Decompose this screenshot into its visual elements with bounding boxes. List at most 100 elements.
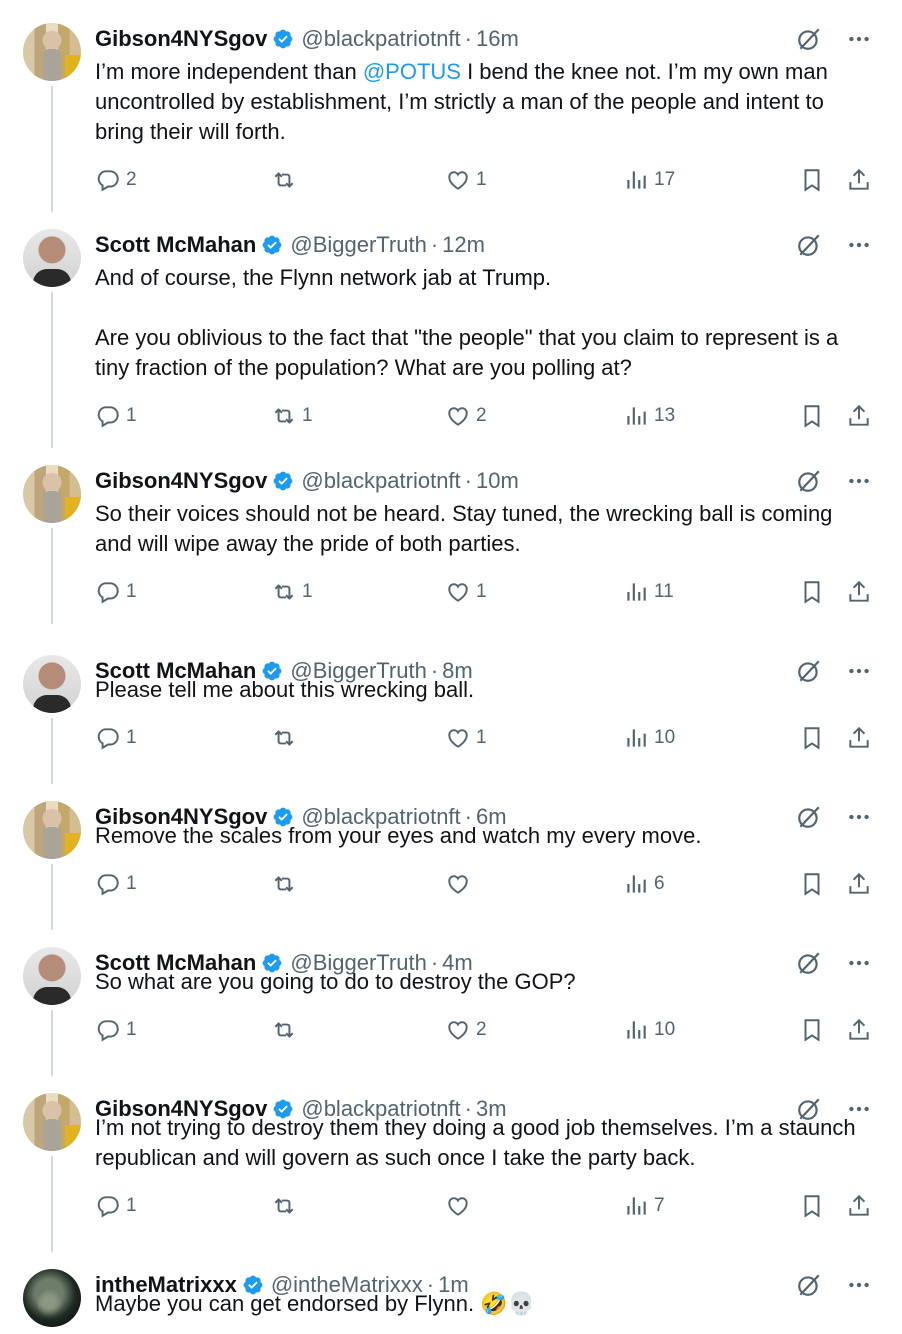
tweet[interactable]: Gibson4NYSgov @blackpatriotnft · 16m I’m… [0, 0, 902, 212]
avatar[interactable] [23, 655, 81, 713]
tweet-actions: 1 1 10 [95, 722, 875, 754]
like-button[interactable]: 1 [445, 164, 487, 196]
author-name[interactable]: Scott McMahan [95, 232, 256, 258]
share-button[interactable] [846, 576, 872, 608]
repost-button[interactable] [271, 1014, 302, 1046]
grok-icon[interactable] [796, 468, 822, 494]
more-options-icon[interactable] [846, 232, 872, 258]
like-button[interactable]: 2 [445, 400, 487, 432]
tweet[interactable]: Scott McMahan @BiggerTruth · 12m And of … [0, 206, 902, 448]
like-count: 1 [476, 727, 487, 748]
bookmark-button[interactable] [799, 400, 825, 432]
avatar[interactable] [23, 229, 81, 287]
bookmark-button[interactable] [799, 1190, 825, 1222]
mention-link[interactable]: @POTUS [363, 59, 461, 84]
bookmark-button[interactable] [799, 722, 825, 754]
reply-button[interactable]: 1 [95, 722, 137, 754]
views-icon [627, 729, 646, 747]
repost-button[interactable]: 1 [271, 576, 313, 608]
repost-count: 1 [302, 581, 313, 602]
author-handle[interactable]: @BiggerTruth [290, 232, 426, 258]
bookmark-button[interactable] [799, 164, 825, 196]
views-button[interactable]: 11 [623, 576, 674, 608]
tweet[interactable]: Gibson4NYSgov @blackpatriotnft · 10m So … [0, 442, 902, 624]
repost-count: 1 [302, 405, 313, 426]
share-button[interactable] [846, 1014, 872, 1046]
tweet-top-actions [796, 232, 872, 258]
tweet-text: Please tell me about this wrecking ball. [95, 677, 475, 702]
tweet[interactable]: Scott McMahan @BiggerTruth · 4m So what … [0, 924, 902, 1076]
views-button[interactable]: 13 [623, 400, 675, 432]
bookmark-button[interactable] [799, 868, 825, 900]
reply-button[interactable]: 1 [95, 400, 137, 432]
thread-line [51, 1156, 53, 1252]
reply-count: 1 [126, 581, 137, 602]
tweet-text: I’m not trying to destroy them they doin… [95, 1115, 856, 1170]
share-button[interactable] [846, 164, 872, 196]
reply-icon [97, 874, 119, 896]
bookmark-icon [804, 1019, 820, 1042]
like-button[interactable] [445, 868, 476, 900]
like-button[interactable]: 1 [445, 576, 487, 608]
views-button[interactable]: 7 [623, 1190, 665, 1222]
repost-button[interactable] [271, 868, 302, 900]
tweet-top-actions [796, 26, 872, 52]
tweet[interactable]: Gibson4NYSgov @blackpatriotnft · 6m Remo… [0, 778, 902, 930]
views-button[interactable]: 10 [623, 1014, 675, 1046]
author-handle[interactable]: @blackpatriotnft [301, 468, 460, 494]
like-button[interactable]: 1 [445, 722, 487, 754]
share-button[interactable] [846, 722, 872, 754]
repost-button[interactable] [271, 164, 302, 196]
tweet-text: So what are you going to do to destroy t… [95, 969, 576, 994]
repost-button[interactable] [271, 722, 302, 754]
repost-button[interactable] [271, 1190, 302, 1222]
avatar[interactable] [23, 23, 81, 81]
views-button[interactable]: 17 [623, 164, 675, 196]
reply-button[interactable]: 1 [95, 1014, 137, 1046]
reply-button[interactable]: 1 [95, 576, 137, 608]
author-name[interactable]: Gibson4NYSgov [95, 26, 267, 52]
reply-button[interactable]: 2 [95, 164, 137, 196]
avatar[interactable] [23, 947, 81, 1005]
tweet[interactable]: Scott McMahan @BiggerTruth · 8m Please t… [0, 632, 902, 784]
timestamp[interactable]: 10m [476, 468, 519, 494]
tweet-actions: 2 1 17 [95, 164, 875, 196]
like-icon [448, 729, 468, 748]
like-count: 2 [476, 405, 487, 426]
share-button[interactable] [846, 400, 872, 432]
avatar[interactable] [23, 465, 81, 523]
views-icon [627, 407, 646, 425]
views-icon [627, 875, 646, 893]
bookmark-button[interactable] [799, 1014, 825, 1046]
tweet[interactable]: intheMatrixxx @intheMatrixxx · 1m Maybe … [0, 1246, 902, 1334]
more-options-icon[interactable] [846, 468, 872, 494]
like-button[interactable] [445, 1190, 476, 1222]
tweet[interactable]: Gibson4NYSgov @blackpatriotnft · 3m I’m … [0, 1070, 902, 1252]
repost-icon [274, 172, 294, 188]
timestamp[interactable]: 12m [442, 232, 485, 258]
views-count: 17 [654, 169, 676, 190]
bookmark-button[interactable] [799, 576, 825, 608]
avatar[interactable] [23, 1093, 81, 1151]
share-button[interactable] [846, 868, 872, 900]
grok-icon[interactable] [796, 26, 822, 52]
author-handle[interactable]: @blackpatriotnft [301, 26, 460, 52]
repost-button[interactable]: 1 [271, 400, 313, 432]
grok-icon[interactable] [796, 232, 822, 258]
avatar[interactable] [23, 1269, 81, 1327]
tweet-actions: 1 6 [95, 868, 875, 900]
author-name[interactable]: Gibson4NYSgov [95, 468, 267, 494]
like-button[interactable]: 2 [445, 1014, 487, 1046]
reply-button[interactable]: 1 [95, 868, 137, 900]
reply-count: 1 [126, 405, 137, 426]
separator-dot: · [464, 26, 472, 51]
more-options-icon[interactable] [846, 26, 872, 52]
views-button[interactable]: 6 [623, 868, 665, 900]
timestamp[interactable]: 16m [476, 26, 519, 52]
repost-icon [274, 1198, 294, 1214]
views-button[interactable]: 10 [623, 722, 675, 754]
avatar[interactable] [23, 801, 81, 859]
reply-button[interactable]: 1 [95, 1190, 137, 1222]
share-button[interactable] [846, 1190, 872, 1222]
views-count: 6 [654, 873, 665, 894]
